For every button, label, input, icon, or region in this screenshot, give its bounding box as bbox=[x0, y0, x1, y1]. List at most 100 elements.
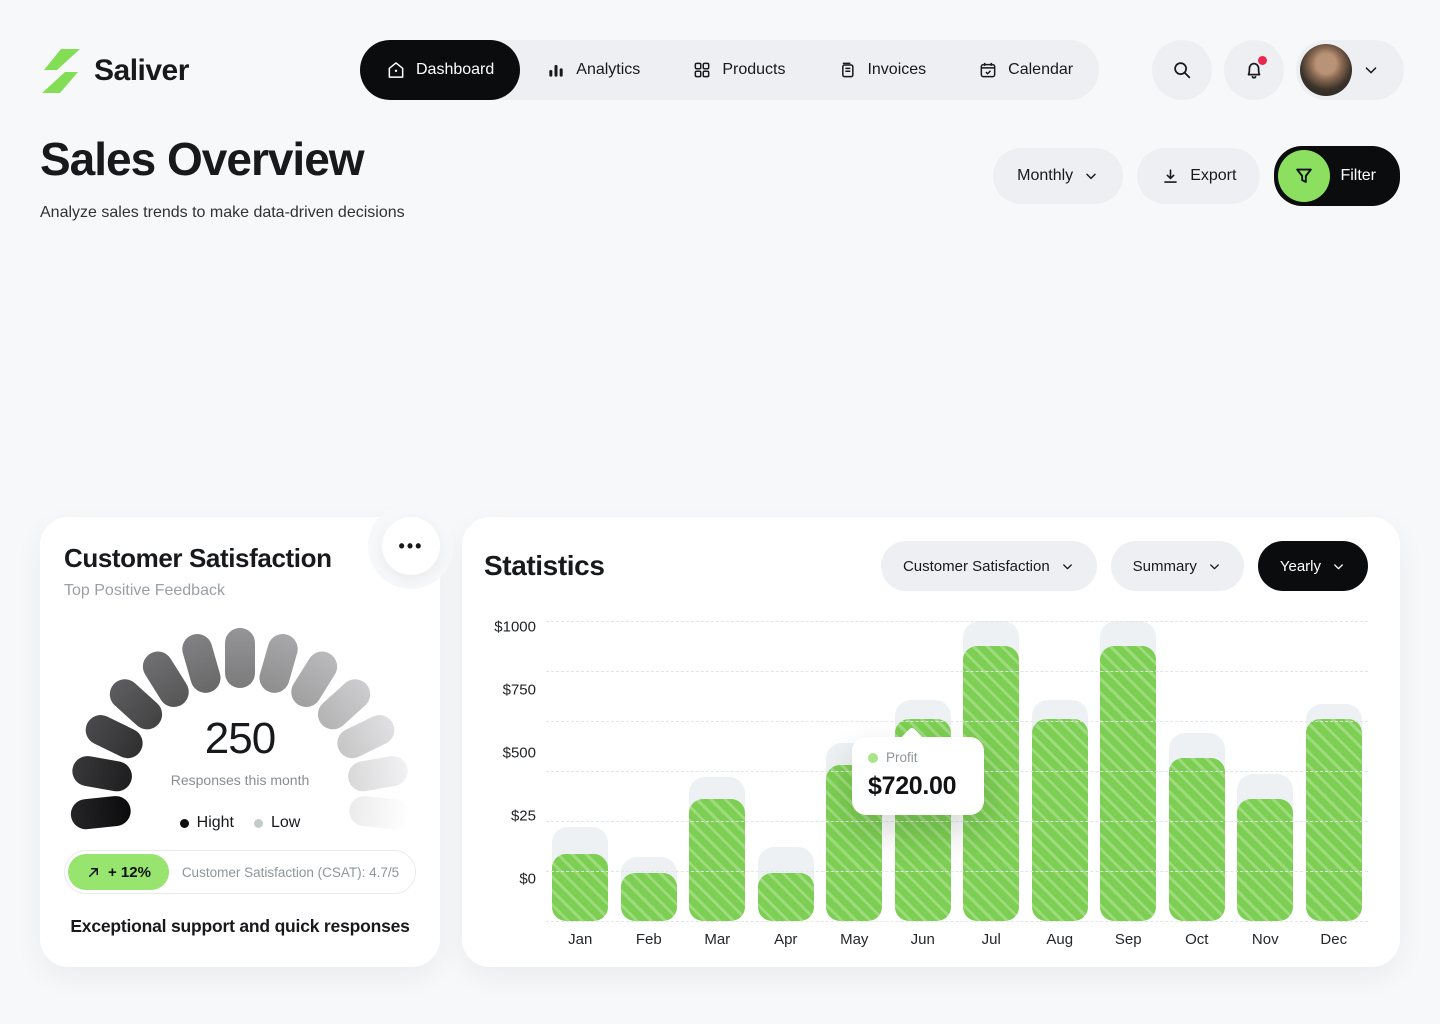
topbar-actions bbox=[1152, 40, 1404, 100]
card-menu-button[interactable]: ••• bbox=[382, 517, 440, 575]
gridline bbox=[546, 921, 1368, 922]
statistics-title: Statistics bbox=[484, 550, 605, 582]
chart-plot: Profit $720.00 bbox=[546, 621, 1368, 921]
avatar bbox=[1300, 44, 1352, 96]
gauge-value: 250 bbox=[70, 714, 410, 764]
customer-satisfaction-card: ••• Customer Satisfaction Top Positive F… bbox=[40, 517, 440, 967]
view-dropdown-label: Summary bbox=[1133, 558, 1197, 575]
gridline bbox=[546, 871, 1368, 872]
chevron-down-icon bbox=[1083, 168, 1099, 184]
x-tick-label: May bbox=[820, 931, 889, 948]
x-tick-label: Feb bbox=[615, 931, 684, 948]
export-button[interactable]: Export bbox=[1137, 148, 1260, 204]
metric-dropdown-label: Customer Satisfaction bbox=[903, 558, 1050, 575]
gridline bbox=[546, 671, 1368, 672]
search-button[interactable] bbox=[1152, 40, 1212, 100]
brand-logo: Saliver bbox=[40, 48, 189, 94]
bar-feb[interactable] bbox=[621, 873, 677, 921]
brand-name: Saliver bbox=[94, 54, 189, 88]
main-nav: Dashboard Analytics Products Invoices Ca… bbox=[360, 40, 1099, 100]
chevron-down-icon bbox=[1207, 559, 1222, 574]
y-axis: $1000 $750 $500 $25 $0 bbox=[484, 621, 546, 921]
notification-badge bbox=[1258, 56, 1267, 65]
nav-item-products[interactable]: Products bbox=[666, 40, 811, 100]
x-tick-label: Jul bbox=[957, 931, 1026, 948]
nav-item-analytics[interactable]: Analytics bbox=[520, 40, 666, 100]
gauge-segment-pill bbox=[348, 795, 411, 831]
x-tick-label: Oct bbox=[1163, 931, 1232, 948]
filter-button-label: Filter bbox=[1340, 167, 1376, 185]
chevron-down-icon bbox=[1331, 559, 1346, 574]
account-menu[interactable] bbox=[1296, 40, 1404, 100]
metric-dropdown[interactable]: Customer Satisfaction bbox=[881, 541, 1097, 591]
bar-sep[interactable] bbox=[1100, 646, 1156, 921]
bar-chart: $1000 $750 $500 $25 $0 Profit $720.00 bbox=[484, 621, 1368, 921]
nav-item-label: Analytics bbox=[576, 61, 640, 79]
tooltip-value: $720.00 bbox=[868, 772, 968, 801]
y-tick-label: $0 bbox=[519, 871, 536, 888]
calendar-icon bbox=[978, 60, 998, 80]
nav-item-dashboard[interactable]: Dashboard bbox=[360, 40, 520, 100]
gridline bbox=[546, 821, 1368, 822]
view-dropdown[interactable]: Summary bbox=[1111, 541, 1244, 591]
gauge-caption: Responses this month bbox=[70, 772, 410, 788]
nav-item-calendar[interactable]: Calendar bbox=[952, 40, 1099, 100]
x-tick-label: Aug bbox=[1026, 931, 1095, 948]
tooltip-header: Profit bbox=[868, 750, 968, 765]
x-tick-label: Nov bbox=[1231, 931, 1300, 948]
bar-apr[interactable] bbox=[758, 873, 814, 921]
chevron-down-icon bbox=[1060, 559, 1075, 574]
chevron-down-icon bbox=[1362, 61, 1380, 79]
filter-button[interactable]: Filter bbox=[1274, 146, 1400, 206]
x-tick-label: Mar bbox=[683, 931, 752, 948]
funnel-icon bbox=[1293, 165, 1315, 187]
search-icon bbox=[1171, 59, 1193, 81]
statistics-header: Statistics Customer Satisfaction Summary… bbox=[484, 541, 1368, 591]
gridline bbox=[546, 721, 1368, 722]
notifications-button[interactable] bbox=[1224, 40, 1284, 100]
y-tick-label: $1000 bbox=[494, 619, 536, 636]
nav-item-label: Dashboard bbox=[416, 61, 494, 79]
bar-aug[interactable] bbox=[1032, 719, 1088, 921]
page-title: Sales Overview bbox=[40, 132, 364, 186]
chart-tooltip: Profit $720.00 bbox=[852, 737, 984, 815]
bar-oct[interactable] bbox=[1169, 758, 1225, 921]
tooltip-series-dot bbox=[868, 753, 878, 763]
satisfaction-gauge: 250 Responses this month bbox=[70, 628, 410, 798]
period-dropdown-label: Monthly bbox=[1017, 167, 1073, 185]
x-tick-label: Sep bbox=[1094, 931, 1163, 948]
x-tick-label: Jan bbox=[546, 931, 615, 948]
tooltip-series-label: Profit bbox=[886, 750, 918, 765]
y-tick-label: $25 bbox=[511, 808, 536, 825]
y-tick-label: $500 bbox=[503, 745, 536, 762]
grid-icon bbox=[692, 60, 712, 80]
range-dropdown-label: Yearly bbox=[1280, 558, 1321, 575]
nav-item-invoices[interactable]: Invoices bbox=[811, 40, 952, 100]
range-dropdown[interactable]: Yearly bbox=[1258, 541, 1368, 591]
card-menu-scoop: ••• bbox=[368, 503, 454, 589]
bar-jan[interactable] bbox=[552, 854, 608, 921]
bar-nov[interactable] bbox=[1237, 799, 1293, 921]
brand-logo-icon bbox=[40, 48, 82, 94]
bar-mar[interactable] bbox=[689, 799, 745, 921]
x-tick-label: Jun bbox=[889, 931, 958, 948]
y-tick-label: $750 bbox=[503, 682, 536, 699]
download-icon bbox=[1161, 167, 1180, 186]
filter-icon-circle bbox=[1278, 150, 1330, 202]
invoice-icon bbox=[837, 60, 857, 80]
header-controls: Monthly Export Filter bbox=[993, 146, 1400, 206]
nav-item-label: Calendar bbox=[1008, 61, 1073, 79]
export-button-label: Export bbox=[1190, 167, 1236, 185]
statistics-filters: Customer Satisfaction Summary Yearly bbox=[881, 541, 1368, 591]
home-icon bbox=[386, 60, 406, 80]
bar-dec[interactable] bbox=[1306, 719, 1362, 921]
x-tick-label: Apr bbox=[752, 931, 821, 948]
statistics-card: Statistics Customer Satisfaction Summary… bbox=[462, 517, 1400, 967]
nav-item-label: Products bbox=[722, 61, 785, 79]
gridline bbox=[546, 621, 1368, 622]
month-labels: JanFebMarAprMayJunJulAugSepOctNovDec bbox=[546, 931, 1368, 948]
bar-chart-icon bbox=[546, 60, 566, 80]
page-subtitle: Analyze sales trends to make data-driven… bbox=[40, 204, 405, 222]
nav-item-label: Invoices bbox=[867, 61, 926, 79]
period-dropdown[interactable]: Monthly bbox=[993, 148, 1123, 204]
